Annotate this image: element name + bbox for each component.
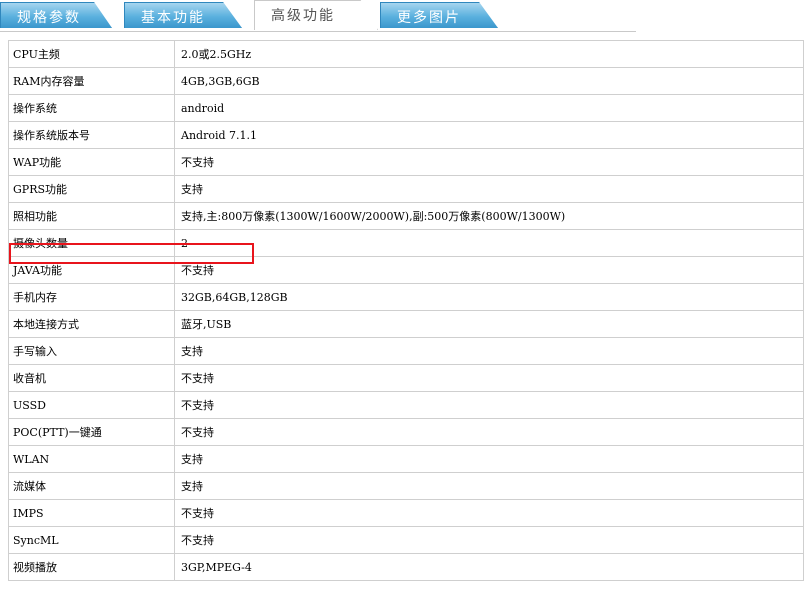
spec-value: 不支持 xyxy=(174,256,804,284)
spec-value: 支持 xyxy=(174,337,804,365)
spec-value: Android 7.1.1 xyxy=(174,121,804,149)
spec-key: POC(PTT)一键通 xyxy=(8,418,175,446)
spec-value: 不支持 xyxy=(174,148,804,176)
spec-value: 不支持 xyxy=(174,418,804,446)
table-row: WLAN 支持 xyxy=(8,445,804,473)
spec-key: 手机内存 xyxy=(8,283,175,311)
spec-key: WAP功能 xyxy=(8,148,175,176)
spec-value: android xyxy=(174,94,804,122)
spec-key: 流媒体 xyxy=(8,472,175,500)
tab-specs[interactable]: 规格参数 xyxy=(0,2,112,28)
spec-key: 视频播放 xyxy=(8,553,175,581)
tab-advanced-features[interactable]: 高级功能 xyxy=(254,0,378,30)
spec-key: 手写输入 xyxy=(8,337,175,365)
spec-value: 不支持 xyxy=(174,526,804,554)
table-row: 照相功能 支持,主:800万像素(1300W/1600W/2000W),副:500… xyxy=(8,202,804,230)
table-row: SyncML 不支持 xyxy=(8,526,804,554)
spec-key: SyncML xyxy=(8,526,175,554)
spec-key: WLAN xyxy=(8,445,175,473)
table-row: RAM内存容量 4GB,3GB,6GB xyxy=(8,67,804,95)
spec-table: CPU主频 2.0或2.5GHz RAM内存容量 4GB,3GB,6GB 操作系统 and… xyxy=(8,40,804,581)
tab-underline xyxy=(0,31,636,32)
spec-value: 32GB,64GB,128GB xyxy=(174,283,804,311)
table-row: GPRS功能 支持 xyxy=(8,175,804,203)
spec-key: USSD xyxy=(8,391,175,419)
spec-value: 不支持 xyxy=(174,391,804,419)
table-row: WAP功能 不支持 xyxy=(8,148,804,176)
spec-key: IMPS xyxy=(8,499,175,527)
spec-key: 本地连接方式 xyxy=(8,310,175,338)
spec-key: 操作系统版本号 xyxy=(8,121,175,149)
spec-key: 摄像头数量 xyxy=(8,229,175,257)
tab-more-photos[interactable]: 更多图片 xyxy=(380,2,498,28)
spec-key: GPRS功能 xyxy=(8,175,175,203)
spec-value: 蓝牙,USB xyxy=(174,310,804,338)
tab-bar: 规格参数 基本功能 高级功能 更多图片 xyxy=(0,0,804,34)
table-row: 操作系统 android xyxy=(8,94,804,122)
spec-value: 4GB,3GB,6GB xyxy=(174,67,804,95)
table-row: JAVA功能 不支持 xyxy=(8,256,804,284)
spec-key: 收音机 xyxy=(8,364,175,392)
table-row: POC(PTT)一键通 不支持 xyxy=(8,418,804,446)
spec-key: CPU主频 xyxy=(8,40,175,68)
table-row: 操作系统版本号 Android 7.1.1 xyxy=(8,121,804,149)
spec-key: 照相功能 xyxy=(8,202,175,230)
spec-value: 2.0或2.5GHz xyxy=(174,40,804,68)
table-row: IMPS 不支持 xyxy=(8,499,804,527)
spec-value: 3GP,MPEG-4 xyxy=(174,553,804,581)
spec-value: 支持,主:800万像素(1300W/1600W/2000W),副:500万像素(… xyxy=(174,202,804,230)
table-row: 流媒体 支持 xyxy=(8,472,804,500)
spec-value: 不支持 xyxy=(174,499,804,527)
spec-key: JAVA功能 xyxy=(8,256,175,284)
table-row: 手写输入 支持 xyxy=(8,337,804,365)
spec-value: 支持 xyxy=(174,445,804,473)
tab-basic-features[interactable]: 基本功能 xyxy=(124,2,242,28)
spec-key: 操作系统 xyxy=(8,94,175,122)
spec-value: 支持 xyxy=(174,175,804,203)
spec-value: 2 xyxy=(174,229,804,257)
table-row: 收音机 不支持 xyxy=(8,364,804,392)
table-row: 摄像头数量 2 xyxy=(8,229,804,257)
spec-value: 不支持 xyxy=(174,364,804,392)
table-row: CPU主频 2.0或2.5GHz xyxy=(8,40,804,68)
table-row: 手机内存 32GB,64GB,128GB xyxy=(8,283,804,311)
spec-key: RAM内存容量 xyxy=(8,67,175,95)
table-row: 本地连接方式 蓝牙,USB xyxy=(8,310,804,338)
table-row: USSD 不支持 xyxy=(8,391,804,419)
table-row: 视频播放 3GP,MPEG-4 xyxy=(8,553,804,581)
spec-value: 支持 xyxy=(174,472,804,500)
